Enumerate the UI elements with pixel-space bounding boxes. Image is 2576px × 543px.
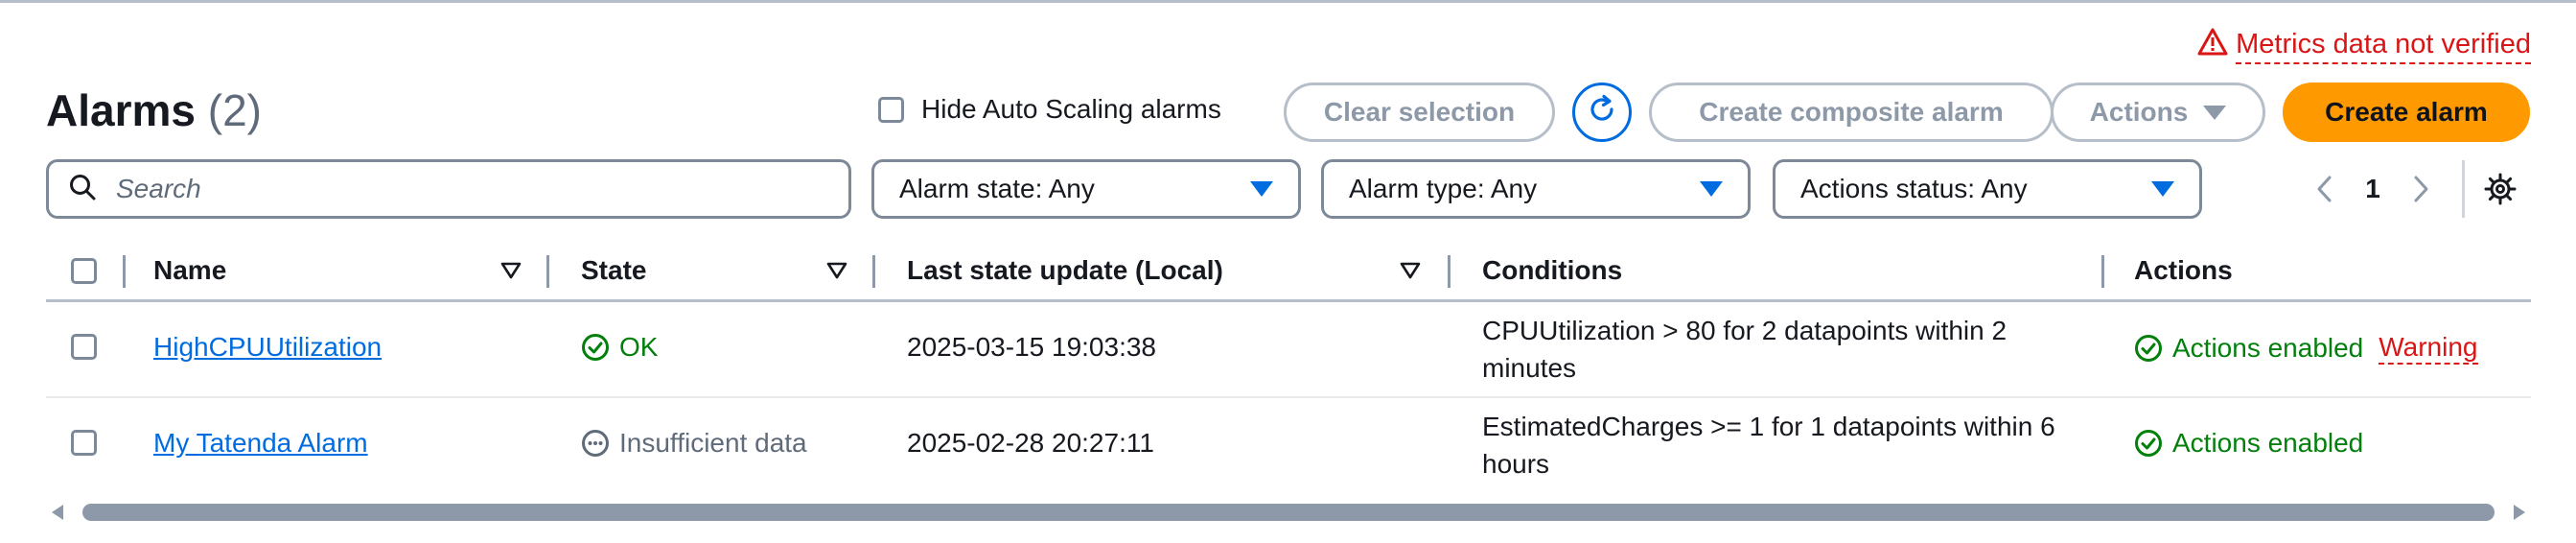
check-circle-icon [2135, 430, 2162, 457]
preferences-button[interactable] [2476, 165, 2524, 213]
chevron-right-icon [2414, 176, 2428, 202]
actions-status-select[interactable]: Actions status: Any [1773, 159, 2202, 219]
search-input[interactable] [114, 173, 847, 205]
search-box[interactable] [46, 159, 851, 219]
table-row[interactable]: My Tatenda Alarm Insufficient data 2025-… [46, 398, 2531, 492]
actions-dropdown-button[interactable]: Actions [2051, 83, 2265, 142]
column-divider[interactable] [1448, 255, 1450, 288]
pagination: 1 [2301, 160, 2524, 218]
column-header-actions: Actions [2134, 255, 2233, 285]
row-select-cell[interactable] [71, 334, 97, 360]
alarm-state-value: Alarm state: Any [899, 174, 1095, 203]
column-header-state[interactable]: State [581, 242, 646, 299]
hide-autoscaling-toggle[interactable]: Hide Auto Scaling alarms [878, 94, 1221, 125]
state-text: Insufficient data [619, 428, 807, 458]
row-checkbox[interactable] [71, 334, 97, 360]
sort-icon[interactable] [1400, 261, 1421, 280]
create-alarm-button[interactable]: Create alarm [2283, 83, 2530, 142]
table-row[interactable]: HighCPUUtilization OK 2025-03-15 19:03:3… [46, 302, 2531, 398]
alarm-count: (2) [207, 85, 262, 135]
actions-enabled-text: Actions enabled [2172, 333, 2364, 363]
actions-button-label: Actions [2089, 97, 2189, 127]
check-circle-icon [582, 334, 609, 361]
warning-icon [2197, 27, 2228, 65]
row-checkbox[interactable] [71, 430, 97, 456]
create-composite-alarm-button[interactable]: Create composite alarm [1649, 83, 2054, 142]
refresh-icon [1586, 93, 1618, 132]
state-cell: OK [581, 332, 658, 363]
name-cell: My Tatenda Alarm [153, 428, 368, 459]
scrollbar-thumb[interactable] [82, 504, 2495, 521]
previous-page-button[interactable] [2301, 165, 2349, 213]
row-select-cell[interactable] [71, 430, 97, 456]
alarm-state-select[interactable]: Alarm state: Any [871, 159, 1301, 219]
scroll-left-icon[interactable] [52, 505, 63, 520]
warning-link[interactable]: Warning [2379, 332, 2478, 365]
dropdown-arrow-icon [1700, 181, 1723, 197]
alarm-type-select[interactable]: Alarm type: Any [1321, 159, 1751, 219]
caret-down-icon [2203, 105, 2227, 120]
top-divider [0, 0, 2576, 3]
last-update-cell: 2025-03-15 19:03:38 [907, 332, 1156, 362]
column-divider[interactable] [546, 255, 549, 288]
clear-selection-button[interactable]: Clear selection [1284, 83, 1555, 142]
sort-icon[interactable] [826, 261, 847, 280]
horizontal-scrollbar[interactable] [46, 499, 2531, 526]
gear-icon [2484, 173, 2517, 205]
metrics-warning-link[interactable]: Metrics data not verified [2236, 29, 2531, 64]
metrics-warning[interactable]: Metrics data not verified [2197, 27, 2531, 65]
column-header-conditions: Conditions [1482, 255, 1623, 285]
actions-cell: Actions enabled [2134, 428, 2363, 459]
state-text: OK [619, 332, 659, 362]
next-page-button[interactable] [2397, 165, 2445, 213]
column-divider [123, 255, 126, 288]
select-all-cell[interactable] [71, 242, 97, 299]
pagination-divider [2462, 160, 2465, 218]
check-circle-icon [2135, 335, 2162, 362]
state-cell: Insufficient data [581, 428, 807, 459]
page-title: Alarms (2) [46, 84, 262, 136]
conditions-cell: EstimatedCharges >= 1 for 1 datapoints w… [1482, 412, 2055, 479]
ellipsis-circle-icon [582, 430, 609, 457]
search-icon [68, 173, 97, 206]
hide-autoscaling-label: Hide Auto Scaling alarms [921, 94, 1221, 124]
last-update-cell: 2025-02-28 20:27:11 [907, 428, 1154, 458]
hide-autoscaling-checkbox[interactable] [878, 96, 904, 123]
alarm-name-link[interactable]: HighCPUUtilization [153, 332, 382, 363]
dropdown-arrow-icon [1250, 181, 1273, 197]
column-divider[interactable] [2101, 255, 2104, 288]
refresh-button[interactable] [1572, 83, 1632, 142]
table-header: Name State Last state update (Local) Con… [46, 242, 2531, 302]
chevron-left-icon [2317, 176, 2332, 202]
sort-icon[interactable] [500, 261, 522, 280]
column-header-name[interactable]: Name [153, 242, 226, 299]
select-all-checkbox[interactable] [71, 257, 97, 284]
alarm-name-link[interactable]: My Tatenda Alarm [153, 428, 368, 459]
actions-status-value: Actions status: Any [1800, 174, 2028, 203]
name-cell: HighCPUUtilization [153, 332, 382, 363]
dropdown-arrow-icon [2151, 181, 2174, 197]
current-page[interactable]: 1 [2349, 174, 2397, 204]
column-header-last-update[interactable]: Last state update (Local) [907, 242, 1223, 299]
column-divider[interactable] [872, 255, 875, 288]
page-title-text: Alarms [46, 85, 196, 135]
alarm-type-value: Alarm type: Any [1349, 174, 1538, 203]
actions-cell: Actions enabled Warning [2134, 332, 2478, 365]
actions-enabled-text: Actions enabled [2172, 428, 2364, 458]
scroll-right-icon[interactable] [2514, 505, 2525, 520]
conditions-cell: CPUUtilization > 80 for 2 datapoints wit… [1482, 316, 2007, 383]
